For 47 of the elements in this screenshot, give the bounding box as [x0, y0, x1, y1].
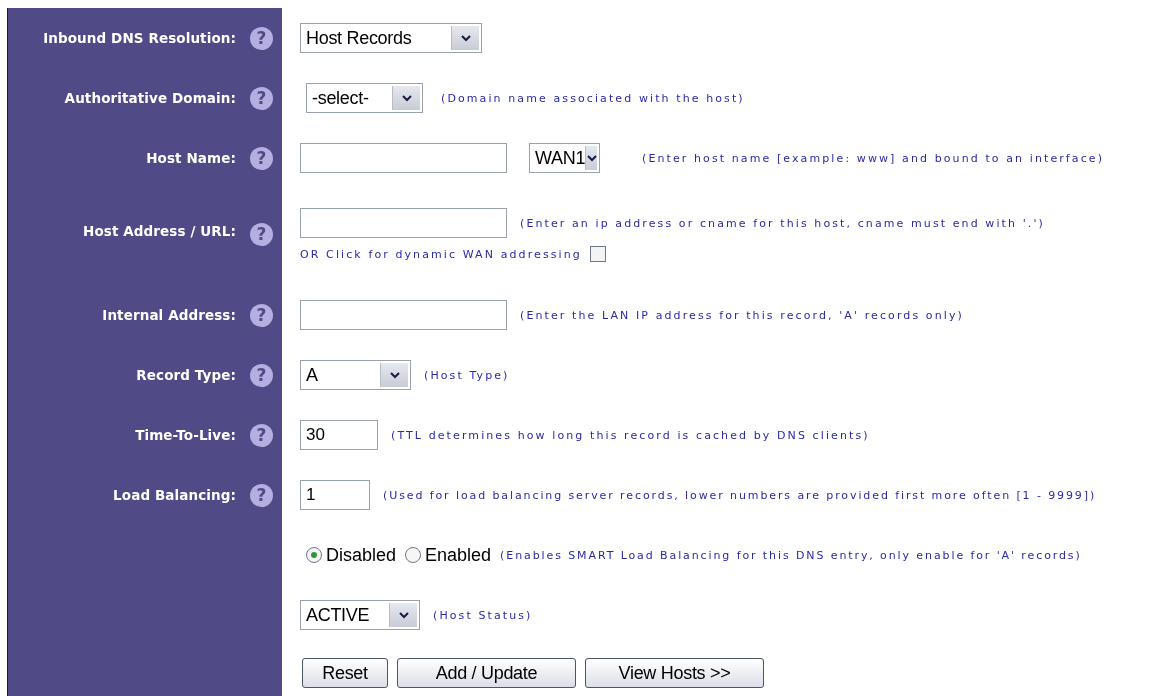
hint-text: (Domain name associated with the host)	[441, 91, 745, 105]
field-label: Record Type:	[136, 367, 236, 383]
field-label: Internal Address:	[102, 307, 236, 323]
help-button[interactable]: ?	[250, 363, 273, 387]
hint-text: (Host Type)	[424, 368, 510, 382]
chevron-icon	[389, 371, 400, 379]
chevron-icon	[401, 94, 412, 102]
select-dropdown[interactable]: ACTIVE	[300, 600, 420, 630]
form-button[interactable]: Reset	[302, 658, 388, 688]
field-label: Load Balancing:	[113, 487, 236, 503]
select-dropdown[interactable]: -select-	[306, 83, 423, 113]
chevron-icon	[460, 34, 471, 42]
hint-text: (Enter an ip address or cname for this host, cname must end with '.')	[520, 216, 1045, 230]
field-label: Time-To-Live:	[135, 427, 236, 443]
help-button[interactable]: ?	[250, 86, 273, 110]
text-input[interactable]	[300, 143, 507, 173]
hint-text: (Used for load balancing server records, lower numbers are provided first more often [1 - 9999])	[383, 488, 1097, 502]
help-button[interactable]: ?	[250, 146, 273, 170]
field-label: Inbound DNS Resolution:	[43, 30, 236, 46]
select-dropdown[interactable]: Host Records	[300, 23, 482, 53]
text-input[interactable]: 30	[300, 420, 378, 450]
checkbox[interactable]	[589, 246, 606, 262]
chevron-icon	[586, 154, 597, 162]
hint-text: (Host Status)	[433, 608, 533, 622]
hint-text: (Enter the LAN IP address for this record, 'A' records only)	[520, 308, 964, 322]
form-button[interactable]: Add / Update	[397, 658, 576, 688]
field-label: Host Address / URL:	[83, 223, 236, 239]
text-input[interactable]: 1	[300, 480, 370, 510]
text-input[interactable]	[300, 208, 507, 238]
help-button[interactable]: ?	[250, 303, 273, 327]
hint-text: OR Click for dynamic WAN addressing	[300, 247, 582, 261]
help-button[interactable]: ?	[250, 223, 273, 246]
hint-text: (TTL determines how long this record is cached by DNS clients)	[391, 428, 870, 442]
field-label: Authoritative Domain:	[64, 90, 236, 106]
chevron-icon	[398, 611, 409, 619]
text-input[interactable]	[300, 300, 507, 330]
radio-option[interactable]: Disabled	[306, 544, 397, 566]
hint-text: (Enter host name [example: www] and bound to an interface)	[642, 151, 1105, 165]
select-dropdown[interactable]: WAN1	[529, 143, 600, 173]
hint-text: (Enables SMART Load Balancing for this DNS entry, only enable for 'A' records)	[500, 548, 1082, 562]
form-button[interactable]: View Hosts >>	[585, 658, 764, 688]
help-button[interactable]: ?	[250, 423, 273, 447]
field-label: Host Name:	[146, 150, 236, 166]
help-button[interactable]: ?	[250, 483, 273, 507]
radio-option[interactable]: Enabled	[405, 544, 492, 566]
select-dropdown[interactable]: A	[300, 360, 411, 390]
help-button[interactable]: ?	[250, 26, 273, 50]
